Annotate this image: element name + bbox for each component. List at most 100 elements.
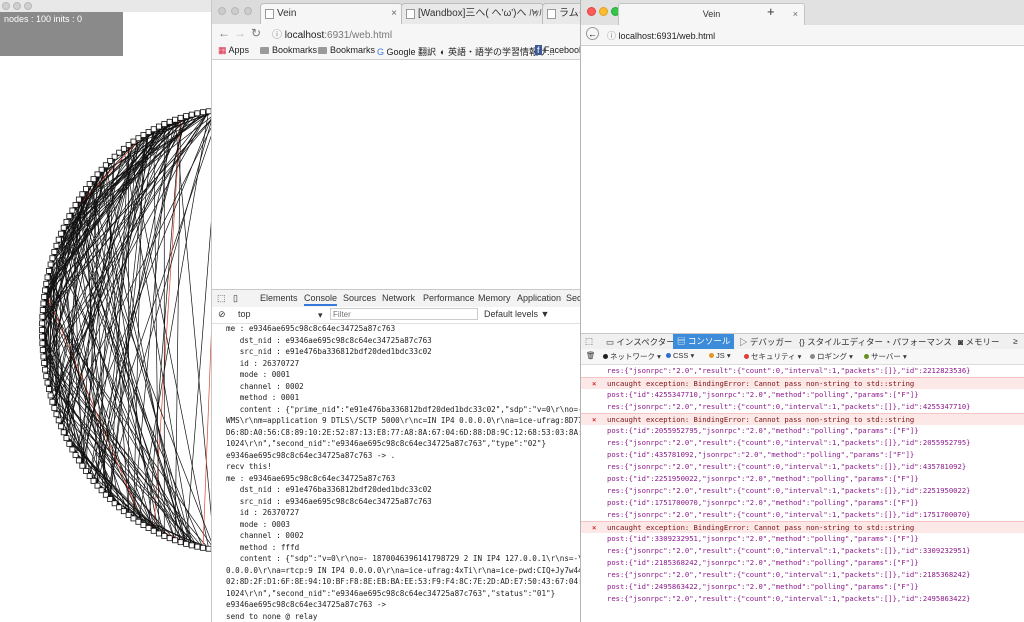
graph-node[interactable] bbox=[120, 508, 127, 515]
graph-node[interactable] bbox=[60, 429, 67, 436]
graph-node[interactable] bbox=[46, 268, 52, 274]
bookmark-facebook[interactable]: f Facebook bbox=[535, 45, 584, 55]
graph-node[interactable] bbox=[44, 274, 51, 281]
graph-node[interactable] bbox=[63, 218, 70, 225]
graph-node[interactable] bbox=[47, 392, 54, 399]
bookmark-google-translate[interactable]: G Google 翻訳 bbox=[377, 45, 436, 58]
graph-node[interactable] bbox=[39, 320, 45, 327]
graph-node[interactable] bbox=[66, 213, 73, 220]
graph-node[interactable] bbox=[49, 398, 56, 405]
graph-node[interactable] bbox=[177, 539, 184, 546]
context-select[interactable]: top bbox=[238, 309, 251, 319]
minimize-window-button[interactable] bbox=[231, 7, 239, 15]
filter-js[interactable]: JS ▾ bbox=[709, 351, 731, 360]
graph-node[interactable] bbox=[86, 181, 93, 187]
graph-node[interactable] bbox=[130, 515, 137, 522]
filter-security[interactable]: セキュリティ ▾ bbox=[744, 351, 801, 362]
tab-inspector[interactable]: ▭ インスペクター bbox=[606, 336, 675, 348]
graph-node[interactable] bbox=[188, 111, 195, 118]
device-toolbar-icon[interactable]: ▯ bbox=[233, 293, 238, 304]
graph-node[interactable] bbox=[72, 202, 79, 208]
graph-node[interactable] bbox=[120, 145, 127, 152]
graph-node[interactable] bbox=[90, 176, 97, 183]
graph-node[interactable] bbox=[69, 207, 76, 214]
bookmark-folder-2[interactable]: Bookmarks bbox=[318, 45, 375, 55]
back-icon[interactable]: ← bbox=[586, 27, 599, 40]
graph-node[interactable] bbox=[39, 313, 46, 320]
inspect-element-icon[interactable]: ⬚ bbox=[217, 293, 226, 304]
graph-node[interactable] bbox=[58, 230, 65, 237]
tab-memory[interactable]: Memory bbox=[478, 293, 511, 303]
close-window-button[interactable] bbox=[587, 7, 596, 16]
graph-node[interactable] bbox=[75, 457, 82, 464]
graph-node[interactable] bbox=[125, 511, 132, 518]
graph-node[interactable] bbox=[79, 191, 86, 198]
graph-node[interactable] bbox=[55, 236, 62, 243]
graph-node[interactable] bbox=[145, 525, 152, 531]
graph-node[interactable] bbox=[72, 452, 79, 458]
graph-node[interactable] bbox=[125, 142, 132, 149]
reload-icon[interactable]: ↻ bbox=[251, 26, 261, 40]
graph-node[interactable] bbox=[156, 530, 162, 537]
graph-node[interactable] bbox=[183, 113, 190, 120]
graph-node[interactable] bbox=[194, 543, 201, 550]
graph-node[interactable] bbox=[140, 522, 147, 528]
graph-node[interactable] bbox=[166, 535, 173, 542]
graph-node[interactable] bbox=[150, 527, 157, 534]
graph-node[interactable] bbox=[177, 114, 184, 121]
tab-vein[interactable]: Vein × bbox=[260, 3, 403, 24]
graph-node[interactable] bbox=[172, 537, 179, 544]
console-filter-input[interactable] bbox=[330, 308, 478, 320]
graph-node[interactable] bbox=[161, 121, 168, 127]
minimize-window-button[interactable] bbox=[599, 7, 608, 16]
close-window-button[interactable] bbox=[218, 7, 226, 15]
tab-debugger[interactable]: ▷ デバッガー bbox=[739, 336, 792, 348]
graph-node[interactable] bbox=[66, 440, 73, 447]
graph-node[interactable] bbox=[75, 196, 82, 203]
address-bar[interactable]: ⓘ localhost:6931/web.html bbox=[607, 29, 715, 42]
graph-node[interactable] bbox=[150, 126, 157, 133]
graph-node[interactable] bbox=[135, 135, 142, 142]
tab-memory[interactable]: ◙ メモリー bbox=[958, 336, 1000, 348]
graph-node[interactable] bbox=[39, 347, 46, 353]
graph-node[interactable] bbox=[83, 186, 89, 192]
graph-node[interactable] bbox=[83, 468, 89, 474]
graph-node[interactable] bbox=[42, 287, 49, 294]
graph-node[interactable] bbox=[188, 542, 195, 549]
graph-node[interactable] bbox=[39, 340, 46, 347]
forward-icon[interactable]: → bbox=[234, 26, 246, 40]
graph-node[interactable] bbox=[60, 224, 67, 231]
tab-style-editor[interactable]: {} スタイルエディター bbox=[799, 336, 883, 348]
graph-node[interactable] bbox=[135, 518, 142, 525]
graph-node[interactable] bbox=[39, 327, 45, 333]
graph-node[interactable] bbox=[161, 533, 168, 539]
graph-node[interactable] bbox=[51, 405, 58, 411]
tab-console[interactable]: Console bbox=[304, 293, 338, 306]
graph-node[interactable] bbox=[47, 261, 54, 268]
tab-application[interactable]: Application bbox=[517, 293, 561, 303]
graph-node[interactable] bbox=[140, 132, 147, 138]
graph-node[interactable] bbox=[116, 504, 123, 511]
graph-node[interactable] bbox=[200, 544, 206, 551]
graph-node[interactable] bbox=[40, 353, 47, 360]
graph-node[interactable] bbox=[58, 423, 65, 430]
filter-css[interactable]: CSS ▾ bbox=[666, 351, 694, 360]
graph-node[interactable] bbox=[43, 373, 50, 380]
graph-node[interactable] bbox=[166, 118, 173, 125]
graph-node[interactable] bbox=[42, 366, 49, 373]
graph-node[interactable] bbox=[41, 360, 48, 367]
graph-node[interactable] bbox=[145, 129, 152, 135]
graph-node[interactable] bbox=[183, 540, 190, 547]
graph-node[interactable] bbox=[63, 435, 70, 442]
clear-console-icon[interactable]: ⊘ bbox=[218, 309, 226, 320]
graph-node[interactable] bbox=[69, 446, 76, 453]
address-bar[interactable]: ⓘ localhost:6931/web.html bbox=[272, 26, 392, 41]
tab-network[interactable]: Network bbox=[382, 293, 415, 303]
bookmark-apps[interactable]: ▦ Apps bbox=[218, 45, 249, 56]
back-icon[interactable]: ← bbox=[218, 26, 230, 40]
graph-node[interactable] bbox=[53, 242, 60, 249]
close-icon[interactable]: × bbox=[391, 4, 397, 24]
close-icon[interactable]: × bbox=[532, 4, 538, 24]
graph-node[interactable] bbox=[86, 473, 93, 479]
graph-node[interactable] bbox=[156, 123, 162, 130]
